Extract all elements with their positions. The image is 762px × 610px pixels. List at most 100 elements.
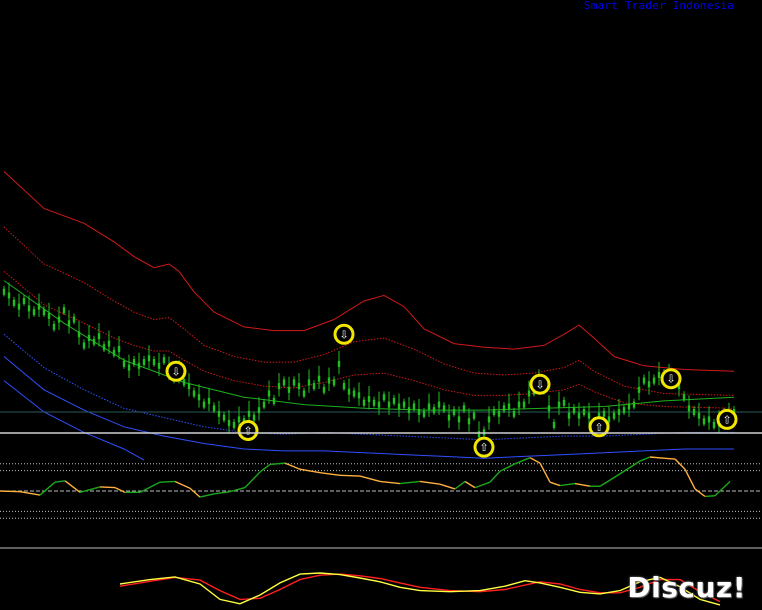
- candle-body: [312, 383, 316, 390]
- discuz-watermark: Discuz!: [627, 571, 746, 604]
- candle-body: [447, 414, 451, 421]
- candle-body: [257, 407, 261, 414]
- oscillator-segment: [674, 458, 686, 470]
- candle-body: [267, 390, 271, 397]
- down-arrow-icon: ⇩: [666, 373, 675, 386]
- candle-body: [232, 421, 236, 428]
- oscillator-segment: [489, 470, 501, 483]
- chart-canvas: ⇩ ⇧ ⇩ ⇧ ⇩ ⇧ ⇩ ⇧: [0, 171, 762, 606]
- candle-body: [477, 431, 481, 438]
- candle-body: [457, 416, 461, 423]
- oscillator-segment: [399, 480, 421, 485]
- candle-body: [437, 401, 441, 408]
- candle-body: [347, 388, 351, 395]
- candle-body: [367, 396, 371, 403]
- oscillator-segment: [214, 490, 231, 495]
- candle-body: [277, 383, 281, 390]
- candle-body: [7, 292, 11, 299]
- oscillator-segment: [599, 479, 611, 487]
- oscillator-segment: [649, 456, 666, 460]
- candle-body: [612, 412, 616, 419]
- candle-body: [462, 405, 466, 412]
- candle-body: [362, 399, 366, 406]
- candle-body: [452, 409, 456, 415]
- up-arrow-icon: ⇧: [722, 413, 731, 426]
- candle-body: [562, 399, 566, 406]
- candle-body: [617, 409, 621, 415]
- candle-body: [552, 421, 556, 428]
- oscillator-segment: [19, 490, 41, 496]
- candle-body: [607, 416, 611, 423]
- candle-body: [407, 407, 411, 414]
- candle-body: [272, 397, 276, 404]
- oscillator-segment: [539, 462, 551, 483]
- candle-body: [622, 407, 626, 414]
- oscillator-segment: [624, 460, 641, 472]
- oscillator-segment: [694, 488, 706, 498]
- candle-body: [327, 377, 331, 384]
- candle-body: [137, 362, 141, 369]
- candle-body: [17, 303, 21, 310]
- up-arrow-icon: ⇧: [243, 425, 252, 438]
- candle-body: [352, 390, 356, 397]
- candle-body: [547, 405, 551, 412]
- candle-body: [342, 383, 346, 390]
- down-arrow-icon: ⇩: [535, 378, 544, 391]
- candle-body: [32, 309, 36, 316]
- candle-body: [487, 416, 491, 423]
- candle-body: [77, 331, 81, 338]
- oscillator-segment: [704, 495, 716, 498]
- oscillator-segment: [514, 457, 531, 465]
- candle-body: [642, 377, 646, 384]
- candle-body: [222, 414, 226, 421]
- candle-body: [252, 414, 256, 421]
- candle-body: [527, 390, 531, 397]
- candle-body: [282, 379, 286, 386]
- oscillator-segment: [0, 490, 21, 493]
- candle-body: [147, 355, 151, 362]
- candle-body: [517, 401, 521, 408]
- candle-body: [97, 333, 101, 340]
- oscillator-segment: [189, 487, 201, 498]
- candle-body: [62, 307, 66, 314]
- candle-body: [602, 410, 606, 417]
- candle-body: [412, 403, 416, 410]
- oscillator-segment: [339, 474, 361, 477]
- oscillator-segment: [159, 480, 176, 483]
- candle-body: [92, 338, 96, 345]
- candle-body: [132, 359, 136, 366]
- oscillator-segment: [39, 481, 56, 496]
- candle-body: [572, 407, 576, 414]
- candle-body: [522, 401, 526, 408]
- candle-body: [702, 418, 706, 425]
- oscillator-segment: [474, 481, 491, 489]
- oscillator-segment: [574, 482, 591, 487]
- candle-body: [152, 359, 156, 366]
- candle-body: [557, 401, 561, 408]
- candle-body: [692, 409, 696, 415]
- candle-body: [337, 360, 341, 367]
- candle-body: [67, 320, 71, 327]
- oscillator-segment: [639, 456, 651, 462]
- oscillator-segment: [199, 493, 216, 498]
- oscillator-segment: [684, 468, 696, 490]
- oscillator-segment: [714, 480, 731, 497]
- candle-body: [297, 383, 301, 390]
- candle-body: [287, 386, 291, 393]
- candle-body: [72, 316, 76, 323]
- candle-body: [127, 364, 131, 371]
- candle-body: [87, 335, 91, 341]
- oscillator-segment: [549, 481, 561, 487]
- candle-body: [422, 410, 426, 417]
- candle-body: [142, 359, 146, 366]
- candle-body: [382, 394, 386, 401]
- candle-body: [377, 401, 381, 408]
- candle-body: [627, 403, 631, 410]
- oscillator-segment: [79, 486, 101, 494]
- oscillator-segment: [319, 471, 341, 477]
- lower-band-line: [3, 380, 145, 461]
- oscillator-segment: [609, 470, 626, 481]
- candle-body: [707, 416, 711, 423]
- price-panel: ⇩ ⇧ ⇩ ⇧ ⇩ ⇧ ⇩ ⇧: [0, 171, 762, 461]
- candle-body: [117, 346, 121, 353]
